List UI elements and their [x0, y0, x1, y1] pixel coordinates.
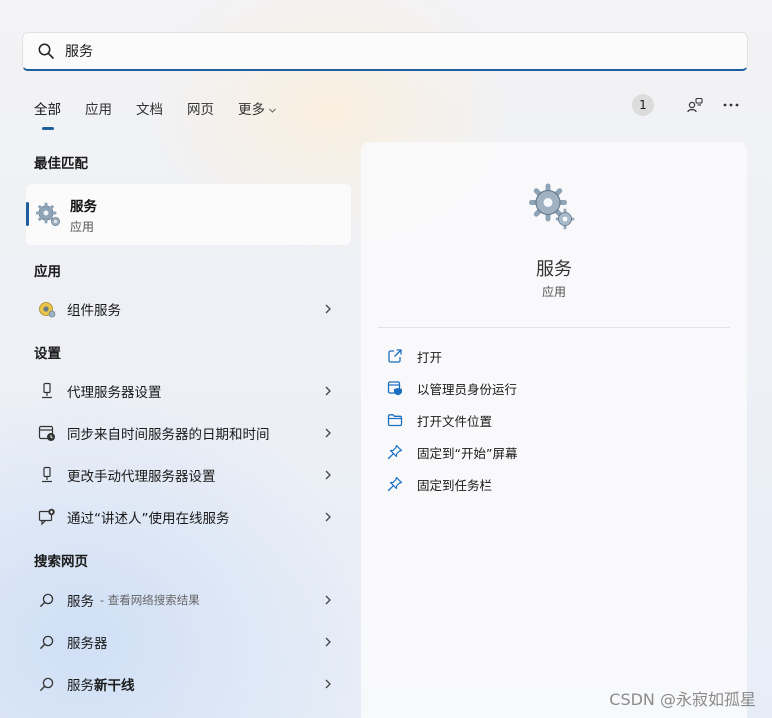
tab-documents[interactable]: 文档	[136, 100, 163, 120]
query-text: 服务器	[67, 636, 108, 652]
action-label: 固定到任务栏	[417, 477, 493, 493]
details-title: 服务	[536, 259, 572, 280]
header-actions: 1	[632, 94, 742, 116]
component-services-icon	[36, 298, 58, 320]
action-label: 固定到“开始”屏幕	[417, 445, 518, 461]
account-switch-icon[interactable]	[684, 94, 706, 116]
list-item-web-shinkansen[interactable]: 服务新干线	[26, 664, 351, 704]
action-label: 打开文件位置	[417, 413, 493, 429]
filter-tabs: 全部 应用 文档 网页 更多	[34, 96, 301, 124]
chevron-right-icon	[325, 304, 331, 314]
best-match-card[interactable]: 服务 应用	[26, 184, 351, 245]
chevron-right-icon	[325, 595, 331, 605]
list-item-label: 代理服务器设置	[67, 385, 162, 401]
query-text: 服务	[67, 678, 94, 694]
action-label: 以管理员身份运行	[417, 381, 518, 397]
tab-web[interactable]: 网页	[187, 100, 214, 120]
search-box[interactable]	[22, 32, 748, 71]
proxy-icon	[36, 464, 58, 486]
action-label: 打开	[417, 349, 443, 365]
list-item-label: 服务器	[67, 632, 108, 652]
chevron-right-icon	[325, 512, 331, 522]
list-item-web-search[interactable]: 服务 - 查看网络搜索结果	[26, 580, 351, 620]
details-panel: 服务 应用 打开 以管理员身份运行 打开文件位置 固定到“开始”屏幕 固定到任务…	[361, 142, 747, 718]
list-item-proxy-settings[interactable]: 代理服务器设置	[26, 371, 351, 411]
shield-admin-icon	[386, 379, 404, 397]
list-item-label: 更改手动代理服务器设置	[67, 469, 216, 485]
search-icon	[36, 673, 58, 695]
search-icon	[36, 589, 58, 611]
divider	[378, 327, 730, 328]
list-item-component-services[interactable]: 组件服务	[26, 289, 351, 329]
list-item-manual-proxy[interactable]: 更改手动代理服务器设置	[26, 455, 351, 495]
narrator-icon	[36, 506, 58, 528]
action-run-as-admin[interactable]: 以管理员身份运行	[386, 375, 517, 401]
search-icon	[36, 631, 58, 653]
more-options-icon[interactable]	[720, 94, 742, 116]
folder-icon	[386, 411, 404, 429]
chevron-right-icon	[325, 386, 331, 396]
action-open-file-location[interactable]: 打开文件位置	[386, 407, 492, 433]
tab-more-label: 更多	[238, 102, 265, 118]
pin-icon	[386, 475, 404, 493]
action-open[interactable]: 打开	[386, 343, 442, 369]
tab-more[interactable]: 更多	[238, 100, 277, 120]
tab-all[interactable]: 全部	[34, 100, 61, 120]
watermark: CSDN @永寂如孤星	[609, 690, 756, 709]
chevron-right-icon	[325, 679, 331, 689]
query-completion: 新干线	[94, 678, 135, 694]
details-subtitle: 应用	[541, 285, 566, 299]
rewards-badge[interactable]: 1	[632, 94, 654, 116]
list-item-web-server[interactable]: 服务器	[26, 622, 351, 662]
open-external-icon	[386, 347, 404, 365]
list-item-label: 服务新干线	[67, 674, 135, 694]
best-match-subtitle: 应用	[70, 219, 95, 234]
list-item-narrator-online[interactable]: 通过“讲述人”使用在线服务	[26, 497, 351, 537]
chevron-down-icon	[269, 108, 276, 113]
settings-heading: 设置	[34, 346, 61, 362]
proxy-icon	[36, 380, 58, 402]
action-pin-to-taskbar[interactable]: 固定到任务栏	[386, 471, 492, 497]
list-item-label: 同步来自时间服务器的日期和时间	[67, 427, 270, 443]
search-icon	[38, 43, 54, 59]
calendar-clock-icon	[36, 422, 58, 444]
chevron-right-icon	[325, 470, 331, 480]
list-item-label: 通过“讲述人”使用在线服务	[67, 511, 230, 527]
chevron-right-icon	[325, 637, 331, 647]
best-match-title: 服务	[70, 198, 97, 215]
action-pin-to-start[interactable]: 固定到“开始”屏幕	[386, 439, 517, 465]
services-gear-icon	[529, 183, 575, 230]
list-item-label: 服务	[67, 594, 94, 610]
web-search-heading: 搜索网页	[34, 554, 88, 570]
list-item-suffix: - 查看网络搜索结果	[100, 593, 200, 607]
best-match-heading: 最佳匹配	[34, 156, 88, 172]
tab-apps[interactable]: 应用	[85, 100, 112, 120]
list-item-label: 组件服务	[67, 303, 121, 319]
search-input[interactable]	[65, 36, 705, 66]
services-gear-icon	[36, 202, 60, 226]
best-match-text: 服务 应用	[70, 195, 97, 235]
apps-heading: 应用	[34, 264, 61, 280]
pin-icon	[386, 443, 404, 461]
list-item-time-sync[interactable]: 同步来自时间服务器的日期和时间	[26, 413, 351, 453]
chevron-right-icon	[325, 428, 331, 438]
selection-indicator	[26, 202, 29, 226]
